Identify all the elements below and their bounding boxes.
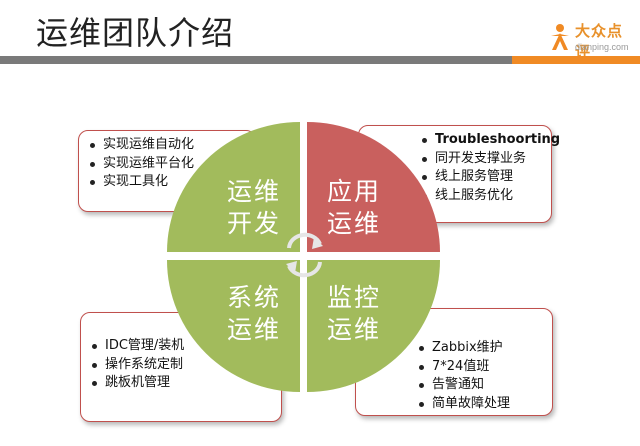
page-title: 运维团队介绍 bbox=[36, 14, 235, 52]
logo-url: dianping.com bbox=[575, 42, 629, 52]
list-item: 简单故障处理 bbox=[416, 395, 552, 414]
logo-mark-icon bbox=[551, 24, 569, 50]
ops-team-diagram: 运维 开发 应用 运维 系统 运维 监控 运维 bbox=[167, 122, 440, 392]
header-accent-bar bbox=[512, 56, 640, 64]
quadrant-label-sys-ops: 系统 运维 bbox=[226, 283, 281, 344]
quadrant-label-app-ops: 应用 运维 bbox=[326, 177, 381, 238]
cycle-arrows-icon bbox=[286, 232, 323, 278]
quadrant-label-dev-ops: 运维 开发 bbox=[226, 177, 281, 238]
quadrant-label-monitor-ops: 监控 运维 bbox=[326, 283, 381, 344]
